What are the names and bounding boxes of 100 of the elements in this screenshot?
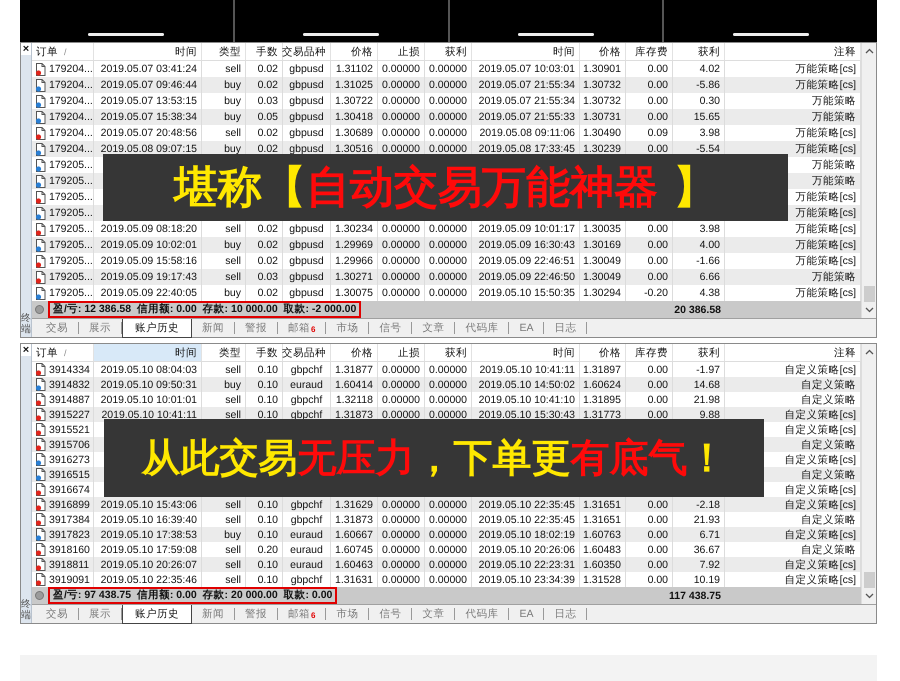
table-cell: 7.92 (700, 558, 720, 570)
table-cell: 2019.05.10 22:35:45 (478, 498, 575, 510)
column-header[interactable]: 时间 (94, 344, 202, 361)
scroll-thumb[interactable] (864, 572, 874, 588)
table-cell: 2019.05.10 10:41:11 (479, 364, 575, 376)
column-header[interactable]: 时间 (472, 43, 580, 60)
column-header[interactable]: 价格 (580, 344, 626, 361)
tab[interactable]: 日志 (544, 322, 588, 334)
column-header[interactable]: 时间 (94, 43, 202, 60)
table-cell: 179204... (49, 127, 93, 139)
tab[interactable]: EA (509, 322, 544, 334)
table-cell: 1.31895 (583, 394, 621, 406)
table-cell: gbpusd (289, 271, 324, 283)
table-cell: 1.60745 (335, 544, 373, 556)
close-button[interactable]: × (21, 43, 31, 55)
table-cell: 1.31631 (335, 574, 373, 586)
scrollbar[interactable] (861, 43, 876, 318)
panel-label: 终端 (21, 599, 31, 623)
tab[interactable]: 账户历史 (122, 319, 192, 338)
column-header[interactable]: 类型 (202, 344, 246, 361)
table-cell: 0.00000 (382, 558, 420, 570)
column-header[interactable]: 价格 (331, 344, 378, 361)
column-header[interactable]: 时间 (472, 344, 580, 361)
tab[interactable]: 代码库 (455, 322, 510, 334)
tab[interactable]: 代码库 (455, 608, 510, 620)
tab[interactable]: 文章 (412, 608, 456, 620)
table-cell: euraud (290, 558, 323, 570)
tab[interactable]: 新闻 (192, 608, 235, 620)
tab[interactable]: 交易 (36, 608, 79, 620)
tab[interactable]: 邮箱 6 (278, 322, 326, 334)
column-header[interactable]: 止损 (378, 344, 425, 361)
column-header[interactable]: 库存费 (626, 43, 673, 60)
column-header[interactable]: 获利 (673, 43, 725, 60)
table-cell: 1.30075 (335, 287, 373, 299)
column-header[interactable]: 手数 (246, 43, 283, 60)
column-header[interactable]: 交易品种 (283, 344, 331, 361)
column-header[interactable]: 价格 (331, 43, 378, 60)
table-cell: 1.31651 (583, 514, 621, 526)
table-cell: 0.10 (258, 558, 278, 570)
table-cell: 3.98 (700, 127, 720, 139)
tab[interactable]: 日志 (544, 608, 588, 620)
table-cell: 179205... (49, 223, 93, 235)
table-cell: 179205... (49, 271, 93, 283)
column-header[interactable]: 止损 (378, 43, 425, 60)
table-cell: 0.00000 (429, 574, 467, 586)
column-header[interactable]: 获利 (673, 344, 725, 361)
tab[interactable]: 交易 (36, 322, 79, 334)
table-cell: 1.30732 (583, 95, 621, 107)
table-cell: 3914887 (49, 394, 90, 406)
table-cell: 自定义策略[cs] (784, 498, 856, 512)
table-cell: 0.02 (258, 127, 278, 139)
close-button[interactable]: × (21, 344, 31, 356)
table-cell: 2019.05.07 15:38:34 (100, 111, 197, 123)
table-cell: 0.00000 (382, 111, 420, 123)
column-header[interactable]: 类型 (202, 43, 246, 60)
tab[interactable]: 警报 (235, 322, 278, 334)
table-cell: 0.00 (648, 223, 668, 235)
scroll-thumb[interactable] (864, 286, 874, 302)
table-cell: euraud (290, 544, 323, 556)
tab[interactable]: 市场 (326, 322, 370, 334)
tab[interactable]: EA (509, 608, 544, 620)
table-cell: 2019.05.09 16:30:43 (478, 239, 575, 251)
column-header[interactable]: 订单 / (32, 43, 94, 60)
tab[interactable]: 邮箱 6 (278, 608, 326, 620)
table-cell: 0.00 (648, 239, 668, 251)
tab[interactable]: 账户历史 (122, 605, 192, 624)
table-cell: 0.10 (258, 394, 278, 406)
table-cell: gbpusd (289, 95, 324, 107)
tab[interactable]: 警报 (235, 608, 278, 620)
column-header[interactable]: 交易品种 (283, 43, 331, 60)
table-cell: 1.30271 (335, 271, 373, 283)
scroll-down-icon[interactable] (864, 307, 874, 313)
tab[interactable]: 新闻 (192, 322, 235, 334)
table-cell: 36.67 (694, 544, 720, 556)
column-header[interactable]: 价格 (580, 43, 626, 60)
table-cell: gbpusd (289, 143, 324, 155)
table-cell: 2019.05.10 09:50:31 (100, 378, 197, 390)
column-header[interactable]: 获利 (425, 43, 472, 60)
table-cell: buy (224, 528, 241, 540)
column-header[interactable]: 手数 (246, 344, 283, 361)
tab[interactable]: 文章 (412, 322, 456, 334)
table-cell: 3916273 (49, 454, 90, 466)
column-header[interactable]: 库存费 (626, 344, 673, 361)
scroll-down-icon[interactable] (864, 593, 874, 599)
table-cell: 自定义策略 (801, 378, 856, 392)
column-header[interactable]: 获利 (425, 344, 472, 361)
table-cell: 0.00000 (429, 287, 467, 299)
tab[interactable]: 信号 (369, 322, 412, 334)
table-cell: 0.00000 (429, 95, 467, 107)
table-cell: 0.03 (258, 95, 278, 107)
table-cell: sell (225, 408, 241, 420)
tab[interactable]: 市场 (326, 608, 370, 620)
scrollbar[interactable] (861, 344, 876, 604)
table-cell: -5.86 (696, 79, 720, 91)
scroll-up-icon[interactable] (864, 48, 874, 54)
tab[interactable]: 信号 (369, 608, 412, 620)
scroll-up-icon[interactable] (864, 349, 874, 355)
table-cell: 1.60667 (335, 528, 373, 540)
table-cell: gbpusd (289, 255, 324, 267)
table-cell: -5.54 (696, 143, 720, 155)
